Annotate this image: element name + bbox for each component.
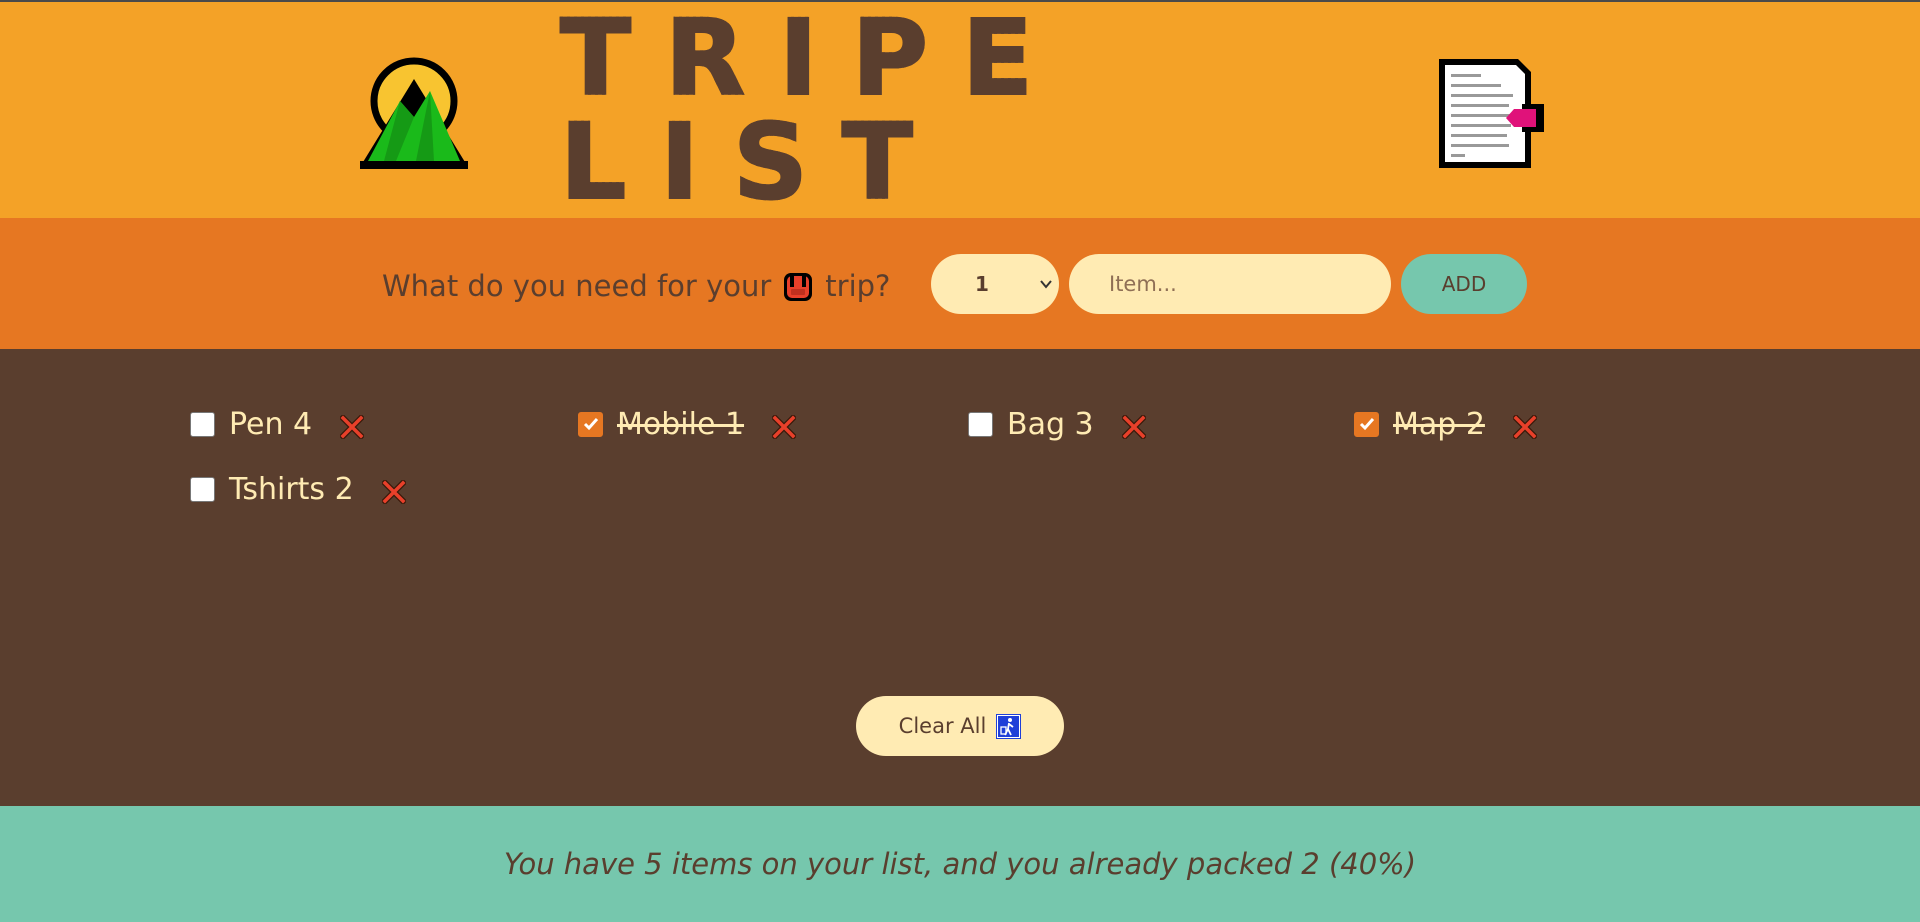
packed-checkbox[interactable]	[190, 476, 215, 502]
question-text-after: trip?	[825, 269, 891, 303]
item-input[interactable]	[1069, 254, 1391, 314]
delete-icon[interactable]	[1512, 415, 1537, 439]
mountain-sun-icon	[360, 57, 468, 169]
trash-icon	[996, 713, 1022, 739]
item-label: Map 2	[1393, 406, 1485, 442]
list-item: Map 2	[1354, 400, 1537, 448]
item-label: Mobile 1	[617, 406, 745, 442]
backpack-icon	[784, 273, 813, 301]
app-header: TRIPE LIST	[0, 2, 1920, 218]
delete-icon[interactable]	[772, 415, 797, 439]
app-title-text: TRIPE LIST	[559, 5, 1360, 215]
stats-footer: You have 5 items on your list, and you a…	[0, 806, 1920, 922]
quantity-select[interactable]: 1	[931, 254, 1059, 314]
item-label: Bag 3	[1007, 406, 1094, 442]
add-button[interactable]: ADD	[1401, 254, 1527, 314]
list-item: Tshirts 2	[190, 465, 406, 513]
list-item: Pen 4	[190, 400, 365, 448]
packed-checkbox[interactable]	[1354, 411, 1379, 437]
stats-text: You have 5 items on your list, and you a…	[503, 847, 1417, 881]
delete-icon[interactable]	[381, 480, 406, 504]
form-question: What do you need for your trip?	[382, 268, 890, 304]
list-item: Mobile 1	[578, 400, 797, 448]
document-list-icon	[1439, 59, 1544, 168]
clear-all-label: Clear All	[898, 714, 987, 738]
packed-checkbox[interactable]	[190, 411, 215, 437]
packed-checkbox[interactable]	[578, 411, 603, 437]
delete-icon[interactable]	[1121, 415, 1146, 439]
item-label: Tshirts 2	[229, 471, 354, 507]
checkmark-icon	[1359, 418, 1374, 431]
item-label: Pen 4	[229, 406, 313, 442]
app-title: TRIPE LIST	[559, 5, 1360, 215]
delete-icon[interactable]	[340, 415, 365, 439]
question-text-before: What do you need for your	[382, 269, 772, 303]
clear-all-button[interactable]: Clear All	[856, 696, 1064, 756]
list-item: Bag 3	[968, 400, 1146, 448]
packed-checkbox[interactable]	[968, 411, 993, 437]
checkmark-icon	[583, 418, 598, 431]
